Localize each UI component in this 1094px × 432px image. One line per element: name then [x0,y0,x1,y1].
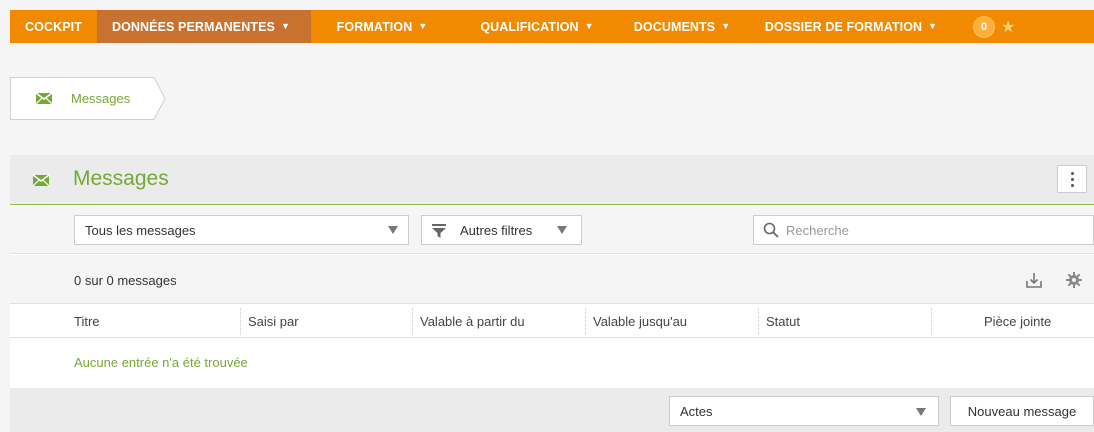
table-header: Titre Saisi par Valable à partir du Vala… [10,305,1094,338]
nav-label: COCKPIT [25,19,82,34]
more-options-button[interactable] [1057,165,1087,193]
envelope-icon [33,174,49,187]
chevron-down-icon [916,408,926,416]
top-bar: COCKPIT DONNÉES PERMANENTES ▼ FORMATION ▼ … [0,0,1094,43]
column-divider [758,308,759,335]
caret-down-icon: ▼ [584,20,594,31]
table-footer: Actes Nouveau message [10,388,1094,432]
filter-bar: Tous les messages Autres filtres [10,206,1094,254]
nav-label: DONNÉES PERMANENTES [111,19,275,34]
filter-icon [432,224,446,238]
other-filters-button[interactable]: Autres filtres [421,215,582,245]
actions-select[interactable]: Actes [669,396,939,426]
breadcrumb: Messages [10,77,166,120]
nav-label: DOSSIER DE FORMATION [764,19,923,34]
column-header-piece-jointe[interactable]: Pièce jointe [984,314,1051,329]
column-header-statut[interactable]: Statut [766,314,800,329]
nav-label: DOCUMENTS [633,19,716,34]
search-input[interactable] [786,221,1076,239]
search-box [753,215,1094,245]
nav-cockpit[interactable]: COCKPIT [10,10,97,43]
messages-panel: Messages Tous les messages Autres filtre… [10,155,1094,432]
nav-donnees-permanentes[interactable]: DONNÉES PERMANENTES ▼ [96,10,312,43]
column-divider [240,308,241,335]
nav-formation[interactable]: FORMATION ▼ [311,10,453,43]
empty-state: Aucune entrée n'a été trouvée [10,339,1094,387]
empty-message: Aucune entrée n'a été trouvée [74,355,248,370]
message-filter-value: Tous les messages [85,222,196,238]
caret-down-icon: ▼ [281,20,291,31]
envelope-icon [36,92,52,105]
column-divider [931,308,932,335]
message-filter-select[interactable]: Tous les messages [74,215,409,245]
nav-dossier-de-formation[interactable]: DOSSIER DE FORMATION ▼ [743,10,959,43]
column-header-titre[interactable]: Titre [74,314,100,329]
nav-label: FORMATION [336,19,413,34]
column-divider [585,308,586,335]
export-icon[interactable] [1026,272,1042,288]
gear-icon[interactable] [1066,272,1082,288]
notification-badge[interactable]: 0 [973,15,996,38]
actions-select-value: Actes [680,404,713,419]
search-icon [763,222,779,238]
column-divider [412,308,413,335]
result-count: 0 sur 0 messages [74,273,177,288]
main-nav: COCKPIT DONNÉES PERMANENTES ▼ FORMATION ▼ … [10,10,1094,43]
column-header-valable-jusquau[interactable]: Valable jusqu'au [593,314,687,329]
chevron-down-icon [388,226,398,234]
star-icon[interactable]: ★ [1001,17,1015,37]
breadcrumb-item-messages[interactable]: Messages [71,91,130,106]
nav-label: QUALIFICATION [480,19,579,34]
other-filters-label: Autres filtres [460,223,533,238]
caret-down-icon: ▼ [721,20,731,31]
column-header-saisi-par[interactable]: Saisi par [248,314,299,329]
nav-qualification[interactable]: QUALIFICATION ▼ [453,10,621,43]
column-header-valable-a-partir-du[interactable]: Valable à partir du [420,314,525,329]
caret-down-icon: ▼ [928,20,938,31]
nav-documents[interactable]: DOCUMENTS ▼ [621,10,743,43]
chevron-down-icon [557,226,567,234]
panel-header: Messages [10,155,1094,205]
caret-down-icon: ▼ [418,20,428,31]
new-message-button[interactable]: Nouveau message [950,396,1094,426]
page-title: Messages [73,167,169,190]
count-bar: 0 sur 0 messages [10,255,1094,304]
